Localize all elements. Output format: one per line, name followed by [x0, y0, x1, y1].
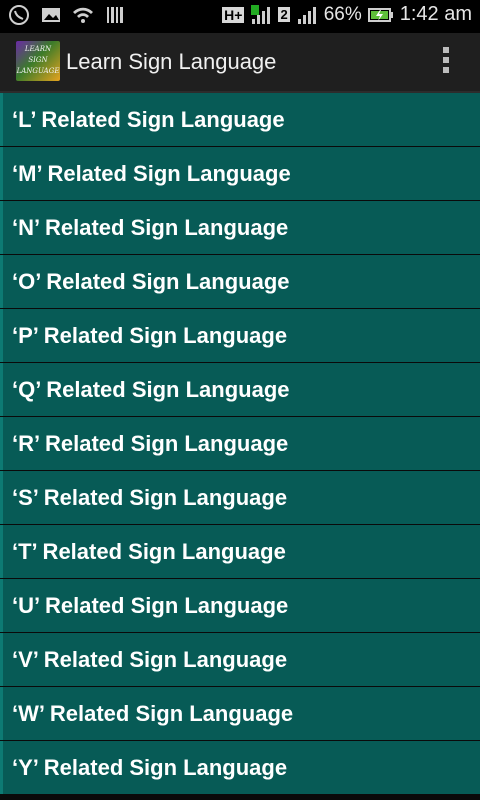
status-bar: H+ 2 66% 1:42 am: [0, 0, 480, 33]
signal-icon: [250, 4, 272, 26]
list-item-v[interactable]: ‘V’ Related Sign Language: [0, 633, 480, 686]
list-item-label: ‘P’ Related Sign Language: [12, 322, 288, 348]
wifi-icon: [72, 4, 94, 26]
battery-charging-icon: [367, 4, 393, 26]
letter-list[interactable]: ‘L’ Related Sign Language ‘M’ Related Si…: [0, 93, 480, 800]
list-item-u[interactable]: ‘U’ Related Sign Language: [0, 579, 480, 632]
network-type-badge: H+: [222, 6, 245, 23]
list-item-p[interactable]: ‘P’ Related Sign Language: [0, 309, 480, 362]
list-item-y[interactable]: ‘Y’ Related Sign Language: [0, 741, 480, 794]
clock: 1:42 am: [399, 3, 472, 25]
list-item-label: ‘V’ Related Sign Language: [12, 646, 288, 672]
barcode-icon: [104, 4, 126, 26]
whatsapp-icon: [8, 4, 30, 26]
signal-two-icon: [296, 4, 318, 26]
logo-line-1: LEARN: [24, 45, 52, 53]
list-item-label: ‘N’ Related Sign Language: [12, 214, 289, 240]
list-item-label: ‘M’ Related Sign Language: [12, 160, 291, 186]
battery-percent: 66%: [323, 3, 362, 25]
list-item-q[interactable]: ‘Q’ Related Sign Language: [0, 363, 480, 416]
list-item-label: ‘S’ Related Sign Language: [12, 484, 288, 510]
list-item-m[interactable]: ‘M’ Related Sign Language: [0, 147, 480, 200]
app-logo-text: LEARN SIGN LANGUAGE: [16, 44, 60, 77]
sim-two-badge: 2: [278, 7, 290, 22]
list-item-r[interactable]: ‘R’ Related Sign Language: [0, 417, 480, 470]
list-item-s[interactable]: ‘S’ Related Sign Language: [0, 471, 480, 524]
list-item-label: ‘Q’ Related Sign Language: [12, 376, 290, 402]
logo-line-2: SIGN: [28, 56, 48, 64]
overflow-dot-icon: [443, 47, 449, 53]
app-title: Learn Sign Language: [66, 49, 277, 74]
list-item-label: ‘O’ Related Sign Language: [12, 268, 290, 294]
list-item-o[interactable]: ‘O’ Related Sign Language: [0, 255, 480, 308]
status-system: H+ 2 66% 1:42 am: [222, 3, 472, 26]
overflow-dot-icon: [443, 57, 449, 63]
list-item-label: ‘R’ Related Sign Language: [12, 430, 289, 456]
gallery-icon: [40, 4, 62, 26]
list-item-label: ‘Y’ Related Sign Language: [12, 754, 288, 780]
list-item-l[interactable]: ‘L’ Related Sign Language: [0, 93, 480, 146]
list-item-label: ‘U’ Related Sign Language: [12, 592, 289, 618]
list-item-t[interactable]: ‘T’ Related Sign Language: [0, 525, 480, 578]
list-item-n[interactable]: ‘N’ Related Sign Language: [0, 201, 480, 254]
action-bar: LEARN SIGN LANGUAGE Learn Sign Language: [0, 33, 480, 93]
app-logo[interactable]: LEARN SIGN LANGUAGE: [16, 41, 60, 81]
list-item-w[interactable]: ‘W’ Related Sign Language: [0, 687, 480, 740]
status-notifications: [8, 4, 126, 26]
logo-line-3: LANGUAGE: [16, 67, 60, 75]
list-item-label: ‘L’ Related Sign Language: [12, 106, 285, 132]
overflow-menu-button[interactable]: [440, 47, 452, 77]
overflow-dot-icon: [443, 67, 449, 73]
list-item-label: ‘W’ Related Sign Language: [12, 700, 294, 726]
list-item-label: ‘T’ Related Sign Language: [12, 538, 286, 564]
